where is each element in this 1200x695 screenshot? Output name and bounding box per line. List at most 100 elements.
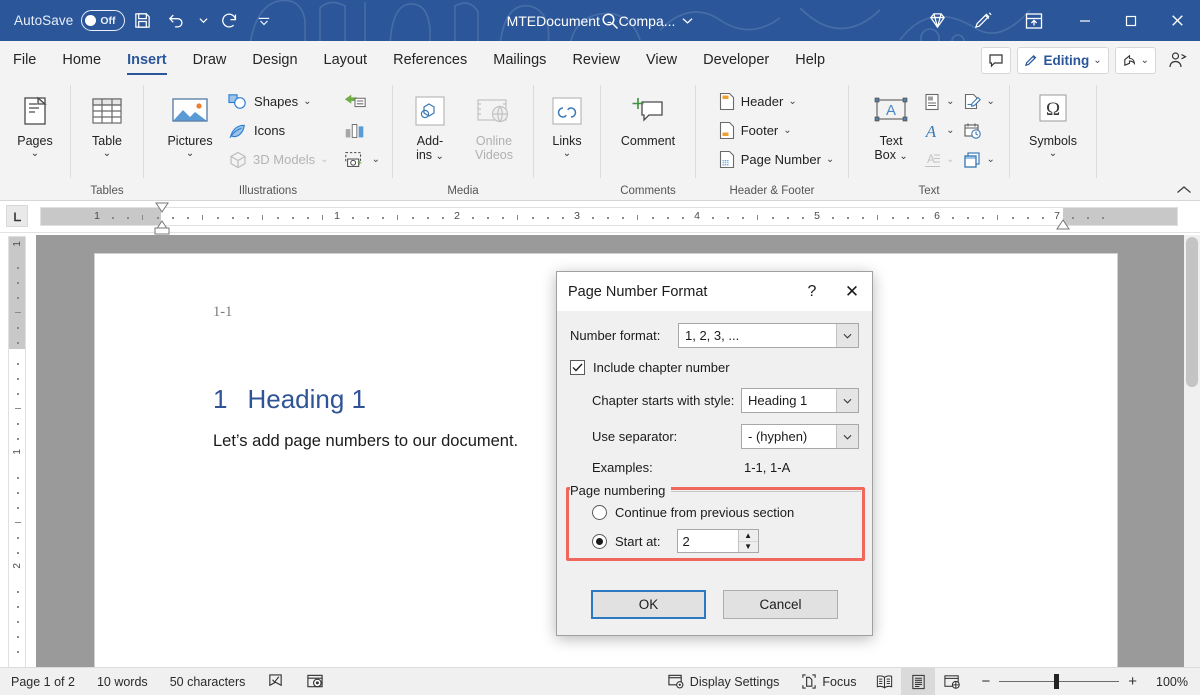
search-box[interactable] bbox=[600, 0, 800, 41]
right-indent-marker[interactable] bbox=[1056, 219, 1070, 230]
autosave-toggle[interactable]: Off bbox=[81, 10, 125, 31]
chapter-style-dropdown[interactable]: Heading 1 bbox=[741, 388, 859, 413]
signature-line-button[interactable]: ⌄ bbox=[959, 87, 999, 116]
signature-chevron-down-icon[interactable]: ⌄ bbox=[987, 96, 995, 107]
cancel-button[interactable]: Cancel bbox=[723, 590, 838, 619]
zoom-slider-knob[interactable] bbox=[1054, 674, 1059, 689]
tab-draw[interactable]: Draw bbox=[180, 41, 240, 79]
vertical-scrollbar[interactable] bbox=[1184, 235, 1200, 667]
comments-button[interactable] bbox=[981, 47, 1011, 74]
separator-dropdown[interactable]: - (hyphen) bbox=[741, 424, 859, 449]
redo-icon[interactable] bbox=[213, 6, 247, 36]
text-box-button[interactable]: A TextBox ⌄ bbox=[863, 85, 919, 162]
continue-previous-section-row[interactable]: Continue from previous section bbox=[592, 505, 861, 520]
number-format-dropdown[interactable]: 1, 2, 3, ... bbox=[678, 323, 859, 348]
add-ins-chevron-down-icon[interactable]: ⌄ bbox=[436, 151, 444, 162]
collaborators-button[interactable] bbox=[1162, 47, 1194, 74]
add-ins-button[interactable]: Add-ins ⌄ bbox=[399, 85, 461, 162]
new-comment-button[interactable]: Comment bbox=[603, 85, 693, 148]
header-button[interactable]: Header ⌄ bbox=[714, 87, 839, 116]
include-chapter-number-checkbox[interactable] bbox=[570, 360, 585, 375]
pictures-button[interactable]: Pictures ⌄ bbox=[156, 85, 224, 158]
shapes-chevron-down-icon[interactable]: ⌄ bbox=[303, 96, 311, 107]
vertical-ruler[interactable]: 1 1 2 bbox=[8, 236, 26, 670]
proofing-icon[interactable] bbox=[256, 668, 295, 695]
object-button[interactable]: ⌄ bbox=[959, 145, 999, 174]
icons-button[interactable]: Icons bbox=[224, 116, 333, 145]
pages-chevron-down-icon[interactable]: ⌄ bbox=[31, 149, 39, 158]
tab-insert[interactable]: Insert bbox=[114, 41, 180, 79]
tab-layout[interactable]: Layout bbox=[311, 41, 381, 79]
document-paragraph[interactable]: Let’s add page numbers to our document. bbox=[213, 432, 518, 451]
tab-view[interactable]: View bbox=[633, 41, 690, 79]
character-count[interactable]: 50 characters bbox=[159, 668, 257, 695]
include-chapter-number-checkbox-row[interactable]: Include chapter number bbox=[570, 360, 859, 375]
ribbon-display-options-icon[interactable] bbox=[1006, 0, 1062, 41]
footer-button[interactable]: Footer ⌄ bbox=[714, 116, 839, 145]
header-chevron-down-icon[interactable]: ⌄ bbox=[788, 96, 796, 107]
wordart-button[interactable]: A ⌄ bbox=[919, 116, 958, 145]
text-box-chevron-down-icon[interactable]: ⌄ bbox=[899, 151, 907, 162]
zoom-control[interactable]: − + 100% bbox=[969, 673, 1200, 690]
chevron-down-icon[interactable] bbox=[836, 425, 858, 448]
links-button[interactable]: Links ⌄ bbox=[536, 85, 598, 158]
page-info[interactable]: Page 1 of 2 bbox=[0, 668, 86, 695]
ruler-track[interactable]: 1 1 2 3 4 5 6 7 bbox=[40, 207, 1178, 226]
ok-button[interactable]: OK bbox=[591, 590, 706, 619]
editing-mode-button[interactable]: Editing ⌄ bbox=[1017, 47, 1108, 74]
shapes-button[interactable]: Shapes ⌄ bbox=[224, 87, 333, 116]
continue-previous-section-radio[interactable] bbox=[592, 505, 607, 520]
smartart-button[interactable] bbox=[339, 87, 384, 116]
tab-help[interactable]: Help bbox=[782, 41, 838, 79]
close-icon[interactable] bbox=[1154, 0, 1200, 41]
left-indent-marker[interactable] bbox=[154, 227, 170, 235]
zoom-in-button[interactable]: + bbox=[1128, 673, 1137, 690]
zoom-slider-track[interactable] bbox=[999, 681, 1119, 683]
quick-parts-button[interactable]: ⌄ bbox=[919, 87, 958, 116]
table-chevron-down-icon[interactable]: ⌄ bbox=[103, 149, 111, 158]
screenshot-button[interactable]: ⌄ bbox=[339, 145, 384, 174]
print-layout-button[interactable] bbox=[901, 668, 935, 695]
minimize-icon[interactable] bbox=[1062, 0, 1108, 41]
pictures-chevron-down-icon[interactable]: ⌄ bbox=[186, 149, 194, 158]
screenshot-chevron-down-icon[interactable]: ⌄ bbox=[372, 154, 380, 165]
chart-button[interactable] bbox=[339, 116, 384, 145]
diamond-icon[interactable] bbox=[914, 0, 960, 41]
zoom-percent[interactable]: 100% bbox=[1146, 675, 1188, 689]
tab-developer[interactable]: Developer bbox=[690, 41, 782, 79]
tab-references[interactable]: References bbox=[380, 41, 480, 79]
first-line-indent-marker[interactable] bbox=[155, 202, 169, 213]
spinner-up-icon[interactable]: ▲ bbox=[739, 530, 758, 542]
footer-chevron-down-icon[interactable]: ⌄ bbox=[783, 125, 791, 136]
symbols-button[interactable]: Ω Symbols ⌄ bbox=[1012, 85, 1094, 158]
symbols-chevron-down-icon[interactable]: ⌄ bbox=[1049, 149, 1057, 158]
web-layout-button[interactable] bbox=[935, 668, 969, 695]
date-time-button[interactable] bbox=[959, 116, 999, 145]
display-settings-button[interactable]: Display Settings bbox=[656, 668, 791, 695]
pages-button[interactable]: Pages ⌄ bbox=[4, 85, 66, 158]
horizontal-ruler[interactable]: 1 1 2 3 4 5 6 7 bbox=[0, 201, 1200, 233]
tab-file[interactable]: File bbox=[0, 41, 49, 79]
accessibility-icon[interactable] bbox=[295, 668, 335, 695]
chevron-down-icon[interactable] bbox=[836, 324, 858, 347]
spinner-down-icon[interactable]: ▼ bbox=[739, 542, 758, 553]
wordart-chevron-down-icon[interactable]: ⌄ bbox=[946, 125, 954, 136]
start-at-spinner[interactable]: 2 ▲ ▼ bbox=[677, 529, 759, 553]
links-chevron-down-icon[interactable]: ⌄ bbox=[563, 149, 571, 158]
object-chevron-down-icon[interactable]: ⌄ bbox=[987, 154, 995, 165]
start-at-radio[interactable] bbox=[592, 534, 607, 549]
tab-design[interactable]: Design bbox=[239, 41, 310, 79]
zoom-out-button[interactable]: − bbox=[981, 673, 990, 690]
page-number-button[interactable]: Page Number ⌄ bbox=[714, 145, 839, 174]
scrollbar-thumb[interactable] bbox=[1186, 237, 1198, 387]
share-chevron-down-icon[interactable]: ⌄ bbox=[1141, 55, 1149, 66]
read-mode-button[interactable] bbox=[867, 668, 901, 695]
start-at-row[interactable]: Start at: 2 ▲ ▼ bbox=[592, 529, 861, 553]
start-at-value[interactable]: 2 bbox=[678, 534, 690, 549]
tab-home[interactable]: Home bbox=[49, 41, 114, 79]
quick-parts-chevron-down-icon[interactable]: ⌄ bbox=[946, 96, 954, 107]
close-icon[interactable]: ✕ bbox=[832, 272, 872, 311]
chevron-down-icon[interactable] bbox=[836, 389, 858, 412]
quick-access-more-icon[interactable] bbox=[247, 6, 281, 36]
save-icon[interactable] bbox=[125, 6, 159, 36]
